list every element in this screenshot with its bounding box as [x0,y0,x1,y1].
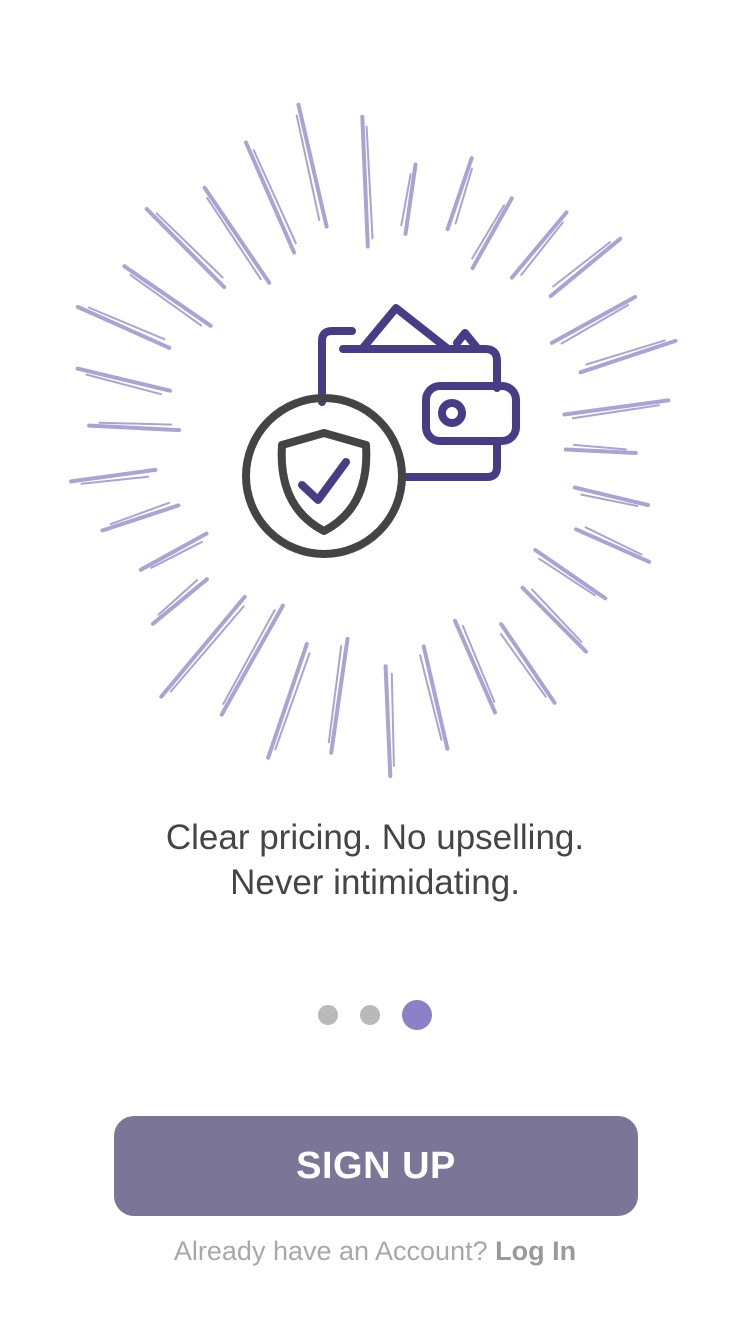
tagline-line-2: Never intimidating. [230,863,520,902]
sunburst-ray [155,212,224,279]
sunburst-ray [390,672,395,767]
sunburst-ray [87,423,181,433]
sunburst-ray [144,207,227,290]
sunburst-ray [471,204,505,260]
sunburst-ray [453,618,497,715]
sunburst-ray [159,594,247,699]
sunburst-ray [75,305,172,350]
onboarding-tagline: Clear pricing. No upselling. Never intim… [0,815,750,905]
sunburst-ray [520,585,588,654]
shield-check-icon [242,394,406,558]
page-dot-2[interactable] [360,1005,380,1025]
sunburst-ray [538,557,597,597]
sunburst-ray [533,548,608,601]
sunburst-ray [295,114,321,222]
sunburst-ray [574,527,652,564]
wallet-icon [318,304,520,481]
sunburst-ray [552,241,611,288]
sunburst-ray [75,366,172,393]
sunburst-ray [206,197,262,281]
sunburst-ray [383,664,393,779]
sunburst-ray [157,579,199,616]
sunburst-ray [470,196,514,270]
sunburst-ray [100,503,181,533]
sunburst-ray [520,221,564,276]
sunburst-ray [584,526,643,556]
sunburst-ray [499,622,557,705]
sunburst-ray [509,210,569,280]
sunburst-ray [222,609,276,705]
page-dot-3-active[interactable] [402,1000,432,1030]
sunburst-ray [274,652,311,751]
sunburst-ray [499,633,547,698]
page-indicator [0,998,750,1032]
sunburst-ray [585,339,666,366]
sunburst-ray [138,531,209,572]
sunburst-ray [531,588,583,643]
sunburst-ray [548,236,623,299]
sign-up-button[interactable]: SIGN UP [114,1116,638,1216]
sunburst-ray [169,605,245,693]
log-in-link[interactable]: Log In [495,1236,576,1266]
sunburst-ray [150,540,203,569]
sunburst-ray [578,338,678,375]
sunburst-ray [129,273,203,327]
sunburst-ray [244,140,297,255]
sunburst-rays [69,102,678,779]
sunburst-ray [98,421,173,426]
sunburst-ray [461,625,496,703]
sunburst-ray [421,644,450,751]
onboarding-illustration [0,60,750,800]
sunburst-ray [150,577,209,626]
illustration-canvas [69,102,678,779]
login-prompt-text: Already have an Account? [173,1236,488,1266]
sunburst-ray [122,264,213,328]
sunburst-ray [87,306,166,341]
sunburst-ray [549,295,638,345]
sunburst-ray [266,642,309,760]
tagline-line-1: Clear pricing. No upselling. [165,818,585,857]
page-dot-1[interactable] [318,1005,338,1025]
login-prompt: Already have an Account? Log In [0,1236,750,1267]
sunburst-ray [252,149,297,245]
sunburst-ray [445,156,474,232]
sunburst-ray [296,102,329,229]
sunburst-ray [560,304,629,345]
